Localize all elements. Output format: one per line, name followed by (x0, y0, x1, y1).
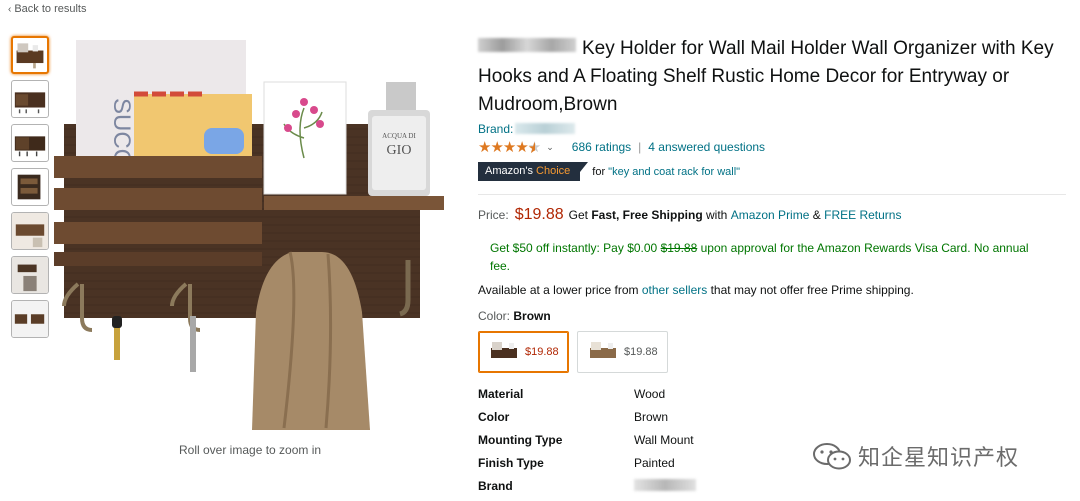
thumbnail-5[interactable] (11, 212, 49, 250)
get-text: Get (568, 208, 588, 222)
promo-strike-price: $19.88 (660, 241, 698, 255)
spec-key: Color (478, 410, 510, 424)
spec-row: Brand (478, 479, 1068, 501)
thumbnail-2[interactable] (11, 80, 49, 118)
chevron-down-icon[interactable]: ⌄ (546, 142, 554, 153)
spec-value: Brown (634, 410, 669, 424)
spec-key: Brand (478, 479, 513, 493)
price-label: Price: (478, 208, 509, 222)
ratings-count-link[interactable]: 686 ratings (572, 140, 631, 154)
swatch-alt[interactable]: $19.88 (577, 331, 668, 373)
thumbnail-4[interactable] (11, 168, 49, 206)
spec-key: Material (478, 387, 524, 401)
spec-value (634, 479, 696, 501)
thumbnail-3[interactable] (11, 124, 49, 162)
free-shipping-text: Fast, Free Shipping (591, 208, 703, 222)
visa-promo-link[interactable]: Get $50 off instantly: Pay $0.00 $19.88 … (490, 239, 1030, 275)
wechat-icon (813, 443, 851, 470)
badge-suffix: Choice (536, 165, 571, 177)
amp-text: & (812, 208, 821, 222)
chevron-left-icon: ‹ (8, 4, 12, 15)
zoom-hint: Roll over image to zoom in (179, 443, 322, 457)
thumbnail-7[interactable] (11, 300, 49, 338)
product-info: Key Holder for Wall Mail Holder Wall Org… (478, 35, 1068, 501)
badge-prefix: Amazon's (485, 165, 533, 177)
divider (478, 194, 1066, 195)
product-illustration: SUCC ACQUA DI GIO (52, 38, 448, 436)
bottle-label-line2: GIO (387, 143, 412, 158)
spec-value: Wood (634, 387, 666, 401)
spec-value: Painted (634, 456, 675, 470)
spec-key: Finish Type (478, 456, 544, 470)
spec-value: Wall Mount (634, 433, 694, 447)
spec-key: Mounting Type (478, 433, 563, 447)
watermark-text: 知企星知识产权 (858, 445, 1020, 470)
for-label: for (592, 165, 606, 178)
lower-text-2: that may not offer free Prime shipping. (710, 283, 914, 297)
main-product-image[interactable]: SUCC ACQUA DI GIO (52, 38, 448, 436)
star-rating-icon[interactable]: ★★★★★ (478, 138, 541, 156)
swatch-brown-price: $19.88 (525, 346, 559, 358)
swatch-alt-image (590, 342, 616, 358)
product-title: Key Holder for Wall Mail Holder Wall Org… (478, 35, 1068, 119)
amazons-choice-badge[interactable]: Amazon's Choice (478, 162, 589, 181)
lower-text-1: Available at a lower price from (478, 283, 639, 297)
color-label: Color: (478, 309, 511, 323)
back-label: Back to results (14, 3, 87, 15)
brand-label: Brand: (478, 122, 514, 136)
rating-row: ★★★★★ ⌄ 686 ratings | 4 answered questio… (478, 138, 1068, 156)
promo-text-1: Get $50 off instantly: Pay $0.00 (490, 241, 658, 255)
swatch-brown-image (491, 342, 517, 358)
lower-price-notice: Available at a lower price from other se… (478, 283, 1068, 297)
blurred-brand-value (515, 123, 576, 134)
divider: | (638, 140, 642, 154)
watermark: 知企星知识产权 (812, 440, 1019, 472)
choice-query-link[interactable]: "key and coat rack for wall" (608, 166, 740, 178)
bottle-label-line1: ACQUA DI (382, 132, 416, 140)
blurred-brand-name (478, 38, 576, 52)
color-value: Brown (513, 309, 551, 323)
free-returns-link[interactable]: FREE Returns (824, 208, 901, 222)
swatch-brown[interactable]: $19.88 (478, 331, 569, 373)
thumbnail-6[interactable] (11, 256, 49, 294)
thumbnail-1[interactable] (11, 36, 49, 74)
price-value: $19.88 (514, 206, 564, 223)
svg-text:SUCC: SUCC (108, 98, 135, 166)
choice-for-text: for "key and coat rack for wall" (592, 166, 740, 178)
swatch-alt-price: $19.88 (624, 346, 658, 358)
blurred-brand-value (634, 479, 696, 491)
color-selection-label: Color: Brown (478, 309, 1068, 323)
back-to-results-link[interactable]: ‹ Back to results (8, 3, 86, 15)
amazons-choice-row: Amazon's Choice for "key and coat rack f… (478, 162, 1068, 181)
thumbnail-strip (11, 36, 49, 344)
spec-row: Color Brown (478, 410, 1068, 433)
with-text: with (706, 208, 728, 222)
price-row: Price: $19.88 Get Fast, Free Shipping wi… (478, 206, 1068, 224)
color-swatches: $19.88 $19.88 (478, 331, 1068, 373)
amazon-prime-link[interactable]: Amazon Prime (731, 208, 810, 222)
other-sellers-link[interactable]: other sellers (642, 283, 707, 297)
brand-link[interactable]: Brand: (478, 122, 1068, 136)
spec-row: Material Wood (478, 387, 1068, 410)
answered-questions-link[interactable]: 4 answered questions (648, 140, 765, 154)
